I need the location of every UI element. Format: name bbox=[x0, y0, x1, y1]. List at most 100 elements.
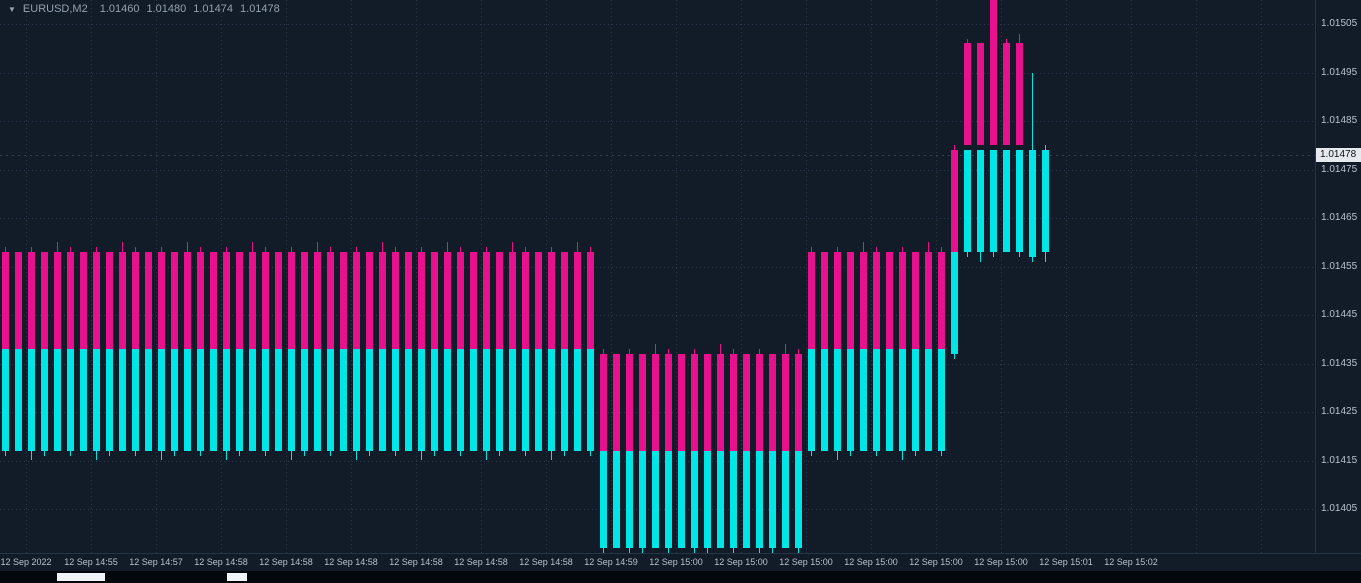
candle-body-bull bbox=[652, 450, 659, 548]
candle-body-bear bbox=[548, 251, 555, 349]
candle-body-bear bbox=[301, 251, 308, 349]
candle-body-bear bbox=[652, 353, 659, 451]
candle-body-bull bbox=[171, 348, 178, 451]
candle-body-bull bbox=[522, 348, 529, 451]
candle-body-bull bbox=[262, 348, 269, 451]
candle-body-bull bbox=[132, 348, 139, 451]
candle-body-bear bbox=[327, 251, 334, 349]
candle-body-bear bbox=[899, 251, 906, 349]
candle-body-bull bbox=[535, 348, 542, 451]
candle-body-bear bbox=[67, 251, 74, 349]
ohlc-low: 1.01474 bbox=[193, 3, 234, 15]
candle-wick bbox=[1032, 72, 1033, 151]
candle-wick bbox=[1019, 251, 1020, 257]
candle-wick bbox=[395, 450, 396, 456]
candle-wick bbox=[785, 344, 786, 354]
symbol-timeframe-label: EURUSD,M2 bbox=[22, 3, 88, 15]
current-price-tag: 1.01478 bbox=[1316, 147, 1361, 162]
candle-body-bear bbox=[977, 43, 984, 146]
candle-body-bull bbox=[938, 348, 945, 451]
candle-wick bbox=[96, 450, 97, 461]
candle-body-bull bbox=[847, 348, 854, 451]
candle-body-bull bbox=[444, 348, 451, 451]
candle-wick bbox=[135, 450, 136, 456]
candle-body-bear bbox=[782, 353, 789, 451]
candle-body-bull bbox=[795, 450, 802, 548]
candle-wick bbox=[551, 450, 552, 461]
candle-body-bear bbox=[769, 353, 776, 451]
candle-wick bbox=[525, 450, 526, 456]
candle-wick bbox=[1019, 33, 1020, 44]
candle-body-bear bbox=[262, 251, 269, 349]
candle-body-bull bbox=[769, 450, 776, 548]
candle-body-bull bbox=[366, 348, 373, 451]
candle-body-bear bbox=[93, 251, 100, 349]
candle-body-bull bbox=[1042, 150, 1049, 252]
bottom-bar bbox=[0, 571, 1361, 583]
candle-wick bbox=[577, 242, 578, 252]
candle-wick bbox=[187, 242, 188, 252]
candle-wick bbox=[1032, 256, 1033, 262]
candle-body-bull bbox=[483, 348, 490, 451]
candle-body-bear bbox=[964, 43, 971, 146]
price-axis[interactable]: 1.01478 1.01505 1.01495 1.01485 1.01475 1.01… bbox=[1315, 0, 1361, 553]
candle-body-bull bbox=[717, 450, 724, 548]
candle-body-bull bbox=[470, 348, 477, 451]
candle-body-bear bbox=[990, 0, 997, 146]
candle-body-bull bbox=[977, 150, 984, 252]
candle-body-bull bbox=[249, 348, 256, 451]
candle-body-bull bbox=[418, 348, 425, 451]
ohlc-high: 1.01480 bbox=[146, 3, 187, 15]
candle-body-bull bbox=[990, 150, 997, 252]
candle-body-bear bbox=[392, 251, 399, 349]
time-axis[interactable]: 12 Sep 2022 12 Sep 14:55 12 Sep 14:57 12 Se… bbox=[0, 553, 1361, 571]
candle-body-bear bbox=[678, 353, 685, 451]
candle-body-bull bbox=[301, 348, 308, 451]
candle-body-bull bbox=[743, 450, 750, 548]
candle-body-bear bbox=[730, 353, 737, 451]
candle-body-bear bbox=[171, 251, 178, 349]
candle-body-bull bbox=[54, 348, 61, 451]
candle-wick bbox=[655, 344, 656, 354]
time-axis-label: 12 Sep 15:00 bbox=[844, 557, 898, 567]
candle-body-bull bbox=[808, 348, 815, 451]
chart-area[interactable]: ▼ EURUSD,M2 1.01460 1.01480 1.01474 1.01… bbox=[0, 0, 1315, 553]
time-axis-label: 12 Sep 14:58 bbox=[519, 557, 573, 567]
candle-wick bbox=[70, 450, 71, 456]
taskbar-item[interactable] bbox=[227, 573, 247, 581]
candle-body-bear bbox=[132, 251, 139, 349]
candle-body-bear bbox=[236, 251, 243, 349]
candle-body-bull bbox=[886, 348, 893, 451]
candle-body-bull bbox=[106, 348, 113, 451]
candle-body-bull bbox=[197, 348, 204, 451]
candle-body-bull bbox=[158, 348, 165, 451]
candle-wick bbox=[330, 450, 331, 456]
price-axis-label: 1.01505 bbox=[1321, 18, 1358, 29]
taskbar-item[interactable] bbox=[57, 573, 105, 581]
candle-body-bull bbox=[574, 348, 581, 451]
candle-body-bull bbox=[704, 450, 711, 548]
time-axis-label: 12 Sep 2022 bbox=[0, 557, 52, 567]
candle-body-bull bbox=[691, 450, 698, 548]
candle-body-bull bbox=[860, 348, 867, 451]
candle-body-bear bbox=[54, 251, 61, 349]
candle-body-bull bbox=[821, 348, 828, 451]
candle-body-bear bbox=[314, 251, 321, 349]
chart-window: ▼ EURUSD,M2 1.01460 1.01480 1.01474 1.01… bbox=[0, 0, 1361, 583]
candle-wick bbox=[265, 450, 266, 456]
candle-wick bbox=[239, 450, 240, 456]
candle-wick bbox=[837, 450, 838, 461]
candle-body-bear bbox=[366, 251, 373, 349]
candle-body-bear bbox=[496, 251, 503, 349]
candle-wick bbox=[928, 242, 929, 252]
candle-wick bbox=[200, 450, 201, 456]
candle-body-bear bbox=[470, 251, 477, 349]
candle-wick bbox=[967, 251, 968, 257]
candle-body-bear bbox=[691, 353, 698, 451]
chevron-down-icon[interactable]: ▼ bbox=[8, 5, 16, 14]
candle-body-bull bbox=[561, 348, 568, 451]
candle-body-bull bbox=[951, 251, 958, 354]
candle-body-bull bbox=[80, 348, 87, 451]
candle-wick bbox=[460, 450, 461, 456]
time-axis-label: 12 Sep 15:00 bbox=[649, 557, 703, 567]
